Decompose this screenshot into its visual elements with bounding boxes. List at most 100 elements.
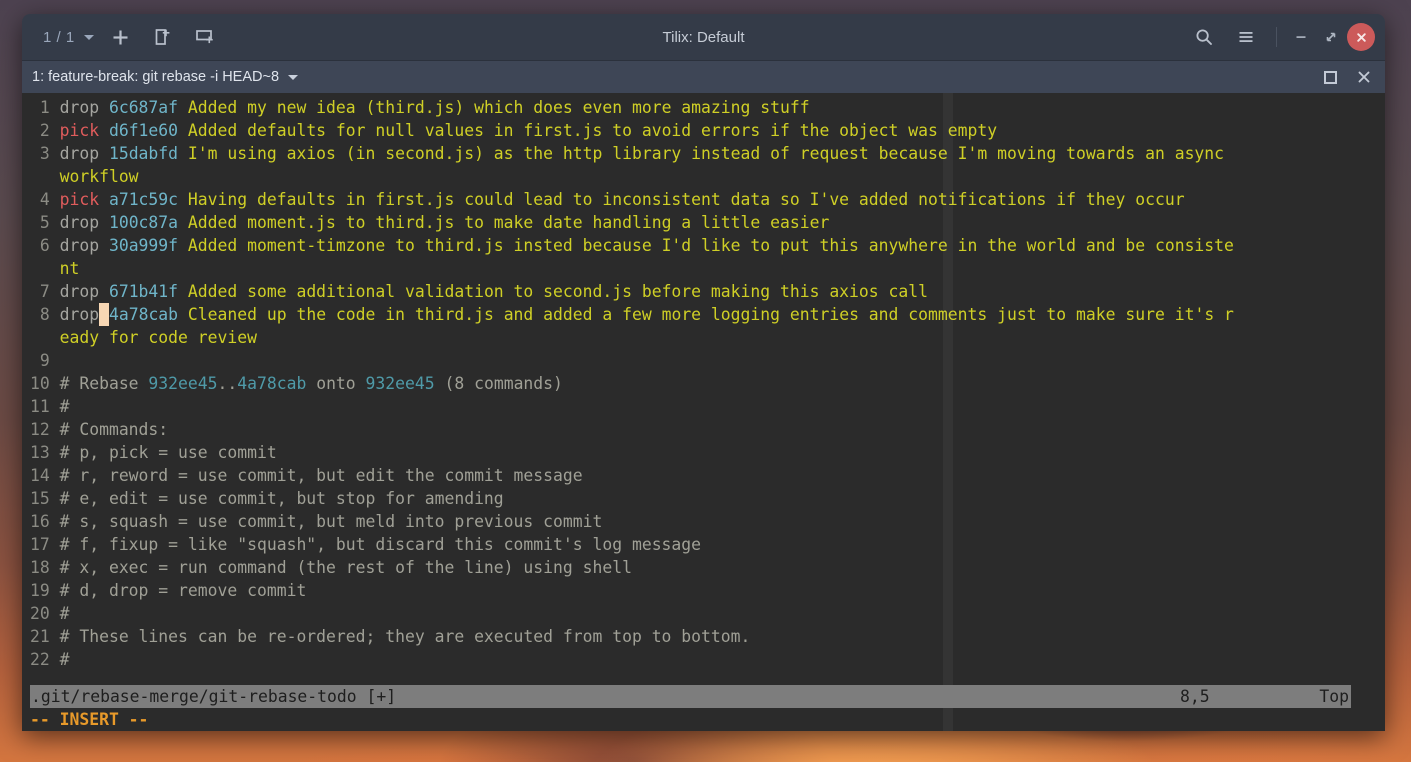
terminal-close-button[interactable] (1349, 64, 1379, 90)
headerbar-right-controls (1184, 14, 1375, 60)
terminal-line: 18 # x, exec = run command (the rest of … (22, 556, 1385, 579)
vim-mode-indicator: -- INSERT -- (30, 710, 149, 729)
line-number: 12 (30, 420, 60, 439)
terminal-line: 15 # e, edit = use commit, but stop for … (22, 487, 1385, 510)
terminal-text-span: 15dabfd (108, 144, 179, 163)
terminal-title-chevron-down-icon[interactable] (288, 74, 299, 80)
terminal-line: 21 # These lines can be re-ordered; they… (22, 625, 1385, 648)
terminal-text-span: Cleaned up the code in third.js and adde… (178, 305, 1234, 324)
terminal-line: 19 # d, drop = remove commit (22, 579, 1385, 602)
terminal-line: 14 # r, reword = use commit, but edit th… (22, 464, 1385, 487)
terminal-line: 2 pick d6f1e60 Added defaults for null v… (22, 119, 1385, 142)
terminal-text-span: 6c687af (108, 98, 179, 117)
terminal-titlebar-buttons (1315, 61, 1379, 93)
line-number: 1 (30, 98, 60, 117)
terminal-text-span: Added some additional validation to seco… (178, 282, 928, 301)
new-terminal-button[interactable] (101, 22, 141, 52)
terminal-cursor (99, 303, 109, 326)
terminal-text-span: pick (59, 121, 109, 140)
line-number: 22 (30, 650, 60, 669)
terminal-text-span: # d, drop = remove commit (59, 581, 307, 600)
terminal-text-span: 30a999f (108, 236, 179, 255)
line-number: 14 (30, 466, 60, 485)
terminal-text-span: # (59, 397, 70, 416)
line-number: 16 (30, 512, 60, 531)
terminal-title-label: 1: feature-break: git rebase -i HEAD~8 (32, 69, 280, 85)
terminal-scrollbar[interactable] (943, 93, 953, 731)
split-horizontal-button[interactable] (143, 22, 183, 52)
terminal-text-span: # r, reword = use commit, but edit the c… (59, 466, 583, 485)
line-number: 3 (30, 144, 60, 163)
terminal-line: 10 # Rebase 932ee45..4a78cab onto 932ee4… (22, 372, 1385, 395)
terminal-line: 1 drop 6c687af Added my new idea (third.… (22, 96, 1385, 119)
vim-cursor-position: 8,5 (1180, 687, 1210, 706)
terminal-line: eady for code review (22, 326, 1385, 349)
terminal-titlebar[interactable]: 1: feature-break: git rebase -i HEAD~8 (22, 61, 1385, 93)
line-number: 10 (30, 374, 60, 393)
line-number: 7 (30, 282, 60, 301)
search-button[interactable] (1184, 22, 1224, 52)
split-vertical-button[interactable] (185, 22, 225, 52)
terminal-text-span: 4a78cab (237, 374, 307, 393)
line-number: 4 (30, 190, 60, 209)
line-number: 2 (30, 121, 60, 140)
terminal-text-span: 932ee45 (148, 374, 218, 393)
line-number: 5 (30, 213, 60, 232)
terminal-text-span: # (59, 650, 70, 669)
maximize-square-icon (1323, 70, 1337, 84)
terminal-text-span: # Commands: (59, 420, 169, 439)
terminal-maximize-button[interactable] (1315, 64, 1345, 90)
terminal-text-span: # f, fixup = like "squash", but discard … (59, 535, 702, 554)
close-icon (1356, 32, 1366, 42)
terminal-line: 9 (22, 349, 1385, 372)
line-number: 8 (30, 305, 60, 324)
minimize-button[interactable] (1287, 23, 1315, 51)
headerbar-separator (1276, 27, 1277, 47)
maximize-button[interactable] (1317, 23, 1345, 51)
terminal-text-span: # s, squash = use commit, but meld into … (59, 512, 603, 531)
terminal-text-span: # p, pick = use commit (59, 443, 277, 462)
terminal-line: 3 drop 15dabfd I'm using axios (in secon… (22, 142, 1385, 165)
terminal-text-span: Added defaults for null values in first.… (178, 121, 998, 140)
restore-icon (1326, 32, 1336, 42)
line-number: 18 (30, 558, 60, 577)
terminal-text-span: onto (306, 374, 366, 393)
terminal-text-span: Added moment-timzone to third.js insted … (178, 236, 1234, 255)
terminal-text-span: 100c87a (108, 213, 179, 232)
terminal-text-span: .. (217, 374, 238, 393)
line-number (30, 259, 60, 278)
terminal-text-span: # These lines can be re-ordered; they ar… (59, 627, 751, 646)
tilix-window: 1 / 1 Tilix: Default 1: feature-break: g… (22, 14, 1385, 731)
vim-status-line: .git/rebase-merge/git-rebase-todo [+] 8,… (30, 685, 1351, 708)
terminal-text-span: pick (59, 190, 109, 209)
terminal-text-span: d6f1e60 (108, 121, 179, 140)
line-number: 15 (30, 489, 60, 508)
terminal-line: 22 # (22, 648, 1385, 671)
line-number: 17 (30, 535, 60, 554)
terminal-line: 8 drop 4a78cab Cleaned up the code in th… (22, 303, 1385, 326)
window-title: Tilix: Default (662, 28, 745, 46)
terminal-text-span: # x, exec = run command (the rest of the… (59, 558, 632, 577)
terminal-line: 5 drop 100c87a Added moment.js to third.… (22, 211, 1385, 234)
session-count-label: 1 / 1 (43, 28, 75, 46)
close-button[interactable] (1347, 23, 1375, 51)
split-horizontal-icon (155, 29, 170, 45)
terminal-text-span: drop (59, 213, 109, 232)
line-number: 21 (30, 627, 60, 646)
minimize-icon (1296, 36, 1306, 38)
terminal-text-span: nt (59, 259, 80, 278)
line-number: 9 (30, 351, 60, 370)
terminal-close-icon (1358, 71, 1370, 83)
terminal-text-span: eady for code review (59, 328, 257, 347)
line-number (30, 328, 60, 347)
terminal-line: workflow (22, 165, 1385, 188)
terminal-line: nt (22, 257, 1385, 280)
terminal-area[interactable]: 1 drop 6c687af Added my new idea (third.… (22, 93, 1385, 731)
line-number: 20 (30, 604, 60, 623)
line-number (30, 167, 60, 186)
terminal-text-span: drop (59, 98, 109, 117)
terminal-text-span: (8 commands) (434, 374, 563, 393)
session-switcher-button[interactable]: 1 / 1 (36, 22, 99, 52)
terminal-line: 17 # f, fixup = like "squash", but disca… (22, 533, 1385, 556)
menu-button[interactable] (1226, 22, 1266, 52)
